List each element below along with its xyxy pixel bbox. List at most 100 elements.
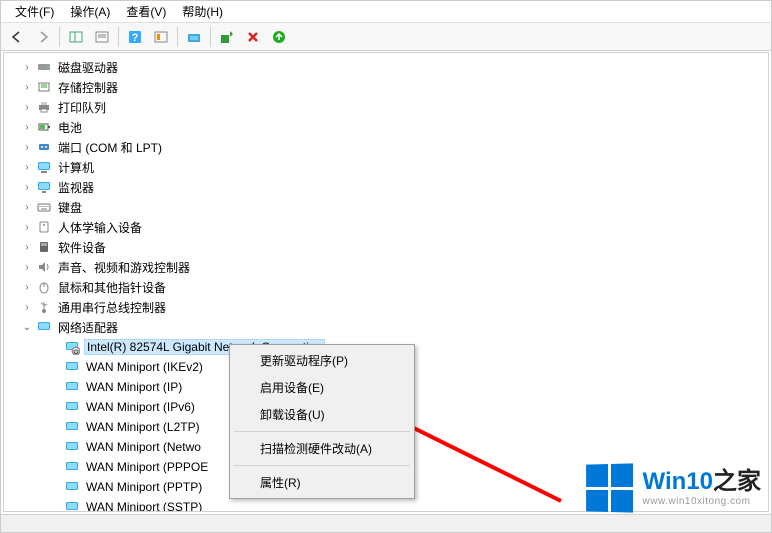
chevron-right-icon[interactable]: ›	[20, 80, 34, 94]
network-adapter-icon	[64, 499, 80, 512]
tree-node-ports[interactable]: › 端口 (COM 和 LPT)	[4, 137, 768, 157]
chevron-right-icon[interactable]: ›	[20, 160, 34, 174]
network-adapter-icon	[64, 479, 80, 495]
update-driver-button[interactable]	[215, 25, 239, 49]
back-button[interactable]	[5, 25, 29, 49]
tree-node-label: 软件设备	[56, 239, 108, 256]
audio-icon	[36, 259, 52, 275]
properties-button[interactable]	[90, 25, 114, 49]
network-adapter-icon	[64, 439, 80, 455]
tree-node-label: 端口 (COM 和 LPT)	[56, 139, 164, 156]
menu-view[interactable]: 查看(V)	[118, 1, 174, 22]
context-properties[interactable]: 属性(R)	[232, 469, 412, 496]
tree-node-wan-sstp[interactable]: WAN Miniport (SSTP)	[4, 497, 768, 512]
tree-node-label: 鼠标和其他指针设备	[56, 279, 168, 296]
tree-node-label: 存储控制器	[56, 79, 120, 96]
network-adapter-icon	[64, 419, 80, 435]
context-separator	[234, 431, 410, 432]
forward-button[interactable]	[31, 25, 55, 49]
usb-icon	[36, 299, 52, 315]
tree-node-label: WAN Miniport (PPPOE	[84, 460, 210, 474]
tree-node-usb[interactable]: ›通用串行总线控制器	[4, 297, 768, 317]
storage-icon	[36, 79, 52, 95]
menu-help[interactable]: 帮助(H)	[174, 1, 231, 22]
tree-node-label: WAN Miniport (PPTP)	[84, 480, 204, 494]
disable-button[interactable]	[241, 25, 265, 49]
chevron-right-icon[interactable]: ›	[20, 240, 34, 254]
chevron-right-icon[interactable]: ›	[20, 60, 34, 74]
tree-node-label: 打印队列	[56, 99, 108, 116]
chevron-right-icon[interactable]: ›	[20, 280, 34, 294]
network-adapter-icon	[64, 399, 80, 415]
toolbar-separator	[177, 27, 178, 47]
tree-node-label: WAN Miniport (SSTP)	[84, 500, 204, 512]
context-update-driver[interactable]: 更新驱动程序(P)	[232, 347, 412, 374]
svg-text:?: ?	[132, 32, 139, 44]
tree-node-network-adapters[interactable]: ⌄ 网络适配器	[4, 317, 768, 337]
context-menu: 更新驱动程序(P) 启用设备(E) 卸载设备(U) 扫描检测硬件改动(A) 属性…	[229, 344, 415, 499]
tree-node-storage[interactable]: › 存储控制器	[4, 77, 768, 97]
tree-node-label: WAN Miniport (Netwo	[84, 440, 203, 454]
tree-node-keyboard[interactable]: › 键盘	[4, 197, 768, 217]
printer-icon	[36, 99, 52, 115]
menu-action[interactable]: 操作(A)	[62, 1, 118, 22]
tree-node-label: 人体学输入设备	[56, 219, 144, 236]
show-hide-button[interactable]	[64, 25, 88, 49]
tree-node-label: 磁盘驱动器	[56, 59, 120, 76]
monitor-icon	[36, 179, 52, 195]
tree-node-label: WAN Miniport (IPv6)	[84, 400, 197, 414]
battery-icon	[36, 119, 52, 135]
chevron-right-icon[interactable]: ›	[20, 300, 34, 314]
uninstall-button[interactable]	[267, 25, 291, 49]
toolbar-separator	[210, 27, 211, 47]
tree-node-hid[interactable]: › 人体学输入设备	[4, 217, 768, 237]
chevron-down-icon[interactable]: ⌄	[20, 320, 34, 334]
tree-node-label: 网络适配器	[56, 319, 120, 336]
context-uninstall-device[interactable]: 卸载设备(U)	[232, 401, 412, 428]
keyboard-icon	[36, 199, 52, 215]
tree-node-mouse[interactable]: › 鼠标和其他指针设备	[4, 277, 768, 297]
context-separator	[234, 465, 410, 466]
chevron-right-icon[interactable]: ›	[20, 100, 34, 114]
tree-node-label: 计算机	[56, 159, 96, 176]
menu-file[interactable]: 文件(F)	[7, 1, 62, 22]
tree-node-computer[interactable]: › 计算机	[4, 157, 768, 177]
chevron-right-icon[interactable]: ›	[20, 180, 34, 194]
context-enable-device[interactable]: 启用设备(E)	[232, 374, 412, 401]
chevron-right-icon[interactable]: ›	[20, 260, 34, 274]
chevron-right-icon[interactable]: ›	[20, 220, 34, 234]
chevron-right-icon[interactable]: ›	[20, 140, 34, 154]
tree-node-monitor[interactable]: › 监视器	[4, 177, 768, 197]
network-adapter-icon	[64, 379, 80, 395]
network-adapter-disabled-icon	[64, 339, 80, 355]
context-scan-hardware[interactable]: 扫描检测硬件改动(A)	[232, 435, 412, 462]
tree-node-software[interactable]: › 软件设备	[4, 237, 768, 257]
mouse-icon	[36, 279, 52, 295]
tree-node-disk[interactable]: › 磁盘驱动器	[4, 57, 768, 77]
network-adapter-icon	[64, 359, 80, 375]
tree-node-label: WAN Miniport (IKEv2)	[84, 360, 205, 374]
tree-node-label: 监视器	[56, 179, 96, 196]
statusbar	[1, 514, 771, 532]
tree-node-label: 键盘	[56, 199, 84, 216]
scan-button[interactable]	[182, 25, 206, 49]
disk-icon	[36, 59, 52, 75]
port-icon	[36, 139, 52, 155]
toolbar: ?	[1, 23, 771, 51]
tree-node-label: WAN Miniport (L2TP)	[84, 420, 202, 434]
toolbar-separator	[59, 27, 60, 47]
menubar: 文件(F) 操作(A) 查看(V) 帮助(H)	[1, 1, 771, 23]
help-button[interactable]: ?	[123, 25, 147, 49]
tree-node-label: 电池	[56, 119, 84, 136]
software-icon	[36, 239, 52, 255]
tree-node-audio[interactable]: ›声音、视频和游戏控制器	[4, 257, 768, 277]
chevron-right-icon[interactable]: ›	[20, 200, 34, 214]
tree-node-label: WAN Miniport (IP)	[84, 380, 184, 394]
tree-node-printer[interactable]: › 打印队列	[4, 97, 768, 117]
network-adapter-icon	[64, 459, 80, 475]
chevron-right-icon[interactable]: ›	[20, 120, 34, 134]
action-button[interactable]	[149, 25, 173, 49]
tree-node-battery[interactable]: › 电池	[4, 117, 768, 137]
toolbar-separator	[118, 27, 119, 47]
hid-icon	[36, 219, 52, 235]
